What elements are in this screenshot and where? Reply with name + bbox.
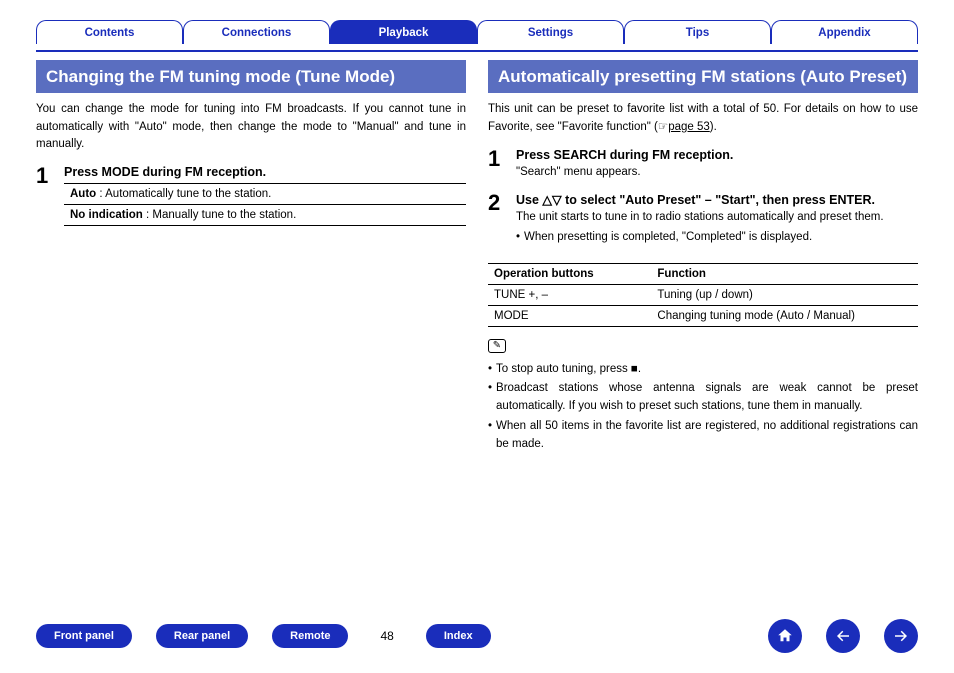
step-number: 1 — [488, 148, 508, 184]
home-button[interactable] — [768, 619, 802, 653]
tab-label: Appendix — [818, 27, 870, 39]
bullet-text: To stop auto tuning, press ■. — [496, 361, 641, 379]
cell: Changing tuning mode (Auto / Manual) — [651, 305, 918, 326]
note-icon: ✎ — [488, 339, 506, 353]
top-tabs: Contents Connections Playback Settings T… — [36, 20, 918, 44]
tab-appendix[interactable]: Appendix — [771, 20, 918, 44]
intro-text-b: ). — [710, 121, 717, 133]
tab-label: Contents — [85, 27, 135, 39]
tab-tips[interactable]: Tips — [624, 20, 771, 44]
tab-label: Settings — [528, 27, 573, 39]
triangle-up-icon: △ — [542, 193, 552, 207]
tab-label: Connections — [222, 27, 292, 39]
section-heading-right: Automatically presetting FM stations (Au… — [488, 60, 918, 93]
right-intro: This unit can be preset to favorite list… — [488, 101, 918, 136]
right-step-2: 2 Use △▽ to select "Auto Preset" – "Star… — [488, 192, 918, 249]
left-step-1: 1 Press MODE during FM reception. Auto :… — [36, 165, 466, 226]
rear-panel-button[interactable]: Rear panel — [156, 624, 248, 648]
step-subtext: "Search" menu appears. — [516, 166, 918, 178]
cell: Tuning (up / down) — [651, 284, 918, 305]
home-icon — [776, 627, 794, 645]
remote-button[interactable]: Remote — [272, 624, 348, 648]
step-number: 2 — [488, 192, 508, 249]
arrow-right-icon — [892, 627, 910, 645]
cell-text: : Automatically tune to the station. — [96, 188, 271, 200]
prev-page-button[interactable] — [826, 619, 860, 653]
step-title: Use △▽ to select "Auto Preset" – "Start"… — [516, 192, 918, 207]
bullet-text: When all 50 items in the favorite list a… — [496, 418, 918, 454]
next-page-button[interactable] — [884, 619, 918, 653]
tab-settings[interactable]: Settings — [477, 20, 624, 44]
note-bullets: To stop auto tuning, press ■. Broadcast … — [488, 361, 918, 454]
step-title: Press MODE during FM reception. — [64, 165, 466, 179]
mode-table: Auto : Automatically tune to the station… — [64, 183, 466, 226]
tab-underline — [36, 50, 918, 52]
cell: MODE — [488, 305, 651, 326]
cell-text: : Manually tune to the station. — [143, 209, 296, 221]
th-operation: Operation buttons — [488, 263, 651, 284]
bullet-text: When presetting is completed, "Completed… — [524, 229, 812, 247]
th-function: Function — [651, 263, 918, 284]
left-intro: You can change the mode for tuning into … — [36, 101, 466, 153]
section-heading-left: Changing the FM tuning mode (Tune Mode) — [36, 60, 466, 93]
right-step-1: 1 Press SEARCH during FM reception. "Sea… — [488, 148, 918, 184]
cell-bold: No indication — [70, 209, 143, 221]
tab-playback[interactable]: Playback — [330, 20, 477, 44]
tab-label: Tips — [686, 27, 709, 39]
step-subtext: The unit starts to tune in to radio stat… — [516, 211, 918, 223]
cell: TUNE +, – — [488, 284, 651, 305]
left-column: Changing the FM tuning mode (Tune Mode) … — [36, 60, 466, 456]
step2-pre: Use — [516, 193, 542, 207]
step2-mid: to select "Auto Preset" – "Start", then … — [562, 193, 875, 207]
step-number: 1 — [36, 165, 56, 226]
tab-connections[interactable]: Connections — [183, 20, 330, 44]
tab-label: Playback — [379, 27, 429, 39]
page-link[interactable]: page 53 — [668, 121, 710, 133]
operation-table: Operation buttons Function TUNE +, – Tun… — [488, 263, 918, 327]
tab-contents[interactable]: Contents — [36, 20, 183, 44]
cell-bold: Auto — [70, 188, 96, 200]
step-title: Press SEARCH during FM reception. — [516, 148, 918, 162]
front-panel-button[interactable]: Front panel — [36, 624, 132, 648]
page-number: 48 — [380, 629, 393, 643]
index-button[interactable]: Index — [426, 624, 491, 648]
page-ref-icon: ☞ — [658, 121, 668, 133]
triangle-down-icon: ▽ — [552, 193, 562, 207]
right-column: Automatically presetting FM stations (Au… — [488, 60, 918, 456]
step-bullets: When presetting is completed, "Completed… — [516, 229, 918, 247]
arrow-left-icon — [834, 627, 852, 645]
bullet-text: Broadcast stations whose antenna signals… — [496, 380, 918, 416]
footer: Front panel Rear panel Remote 48 Index — [36, 619, 918, 653]
